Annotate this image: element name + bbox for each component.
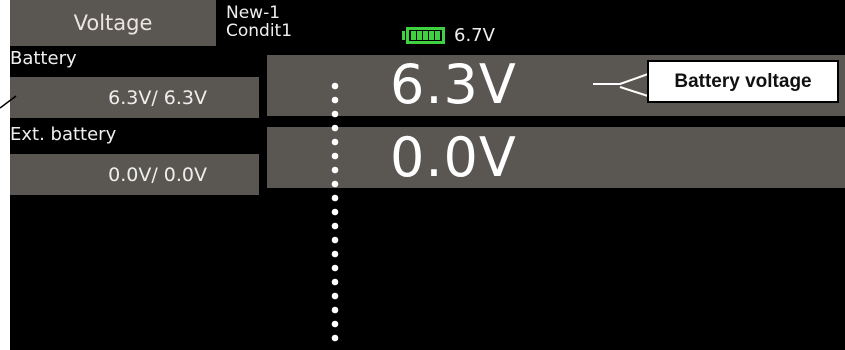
- divider-dot: [331, 236, 339, 244]
- divider-dot: [331, 334, 339, 342]
- ext-battery-value: 0.0V: [390, 126, 517, 189]
- divider-dot: [331, 306, 339, 314]
- ext-battery-value-box: [267, 127, 845, 188]
- ext-battery-range-text: 0.0V/ 0.0V: [108, 163, 207, 186]
- screen-title-button[interactable]: Voltage: [10, 0, 216, 46]
- condition-name: Condit1: [226, 21, 293, 41]
- divider-dot: [331, 278, 339, 286]
- battery-label: Battery: [10, 48, 77, 69]
- divider-dot: [331, 250, 339, 258]
- battery-voltage-callout: Battery voltage: [647, 60, 839, 103]
- divider-dot: [331, 292, 339, 300]
- battery-range-box: 6.3V/ 6.3V: [10, 77, 259, 118]
- battery-icon: [402, 27, 445, 44]
- divider-dot: [331, 194, 339, 202]
- ext-battery-range-box: 0.0V/ 0.0V: [10, 154, 259, 195]
- ext-battery-label: Ext. battery: [10, 124, 117, 145]
- model-name: New-1: [226, 3, 281, 23]
- stage: Voltage New-1 Condit1 6.7V Battery 6.3V/…: [0, 0, 845, 350]
- model-info: New-1 Condit1: [226, 4, 292, 40]
- battery-value: 6.3V: [390, 53, 517, 116]
- battery-range-text: 6.3V/ 6.3V: [108, 86, 207, 109]
- divider-dot: [331, 222, 339, 230]
- battery-voltage-status: 6.7V: [454, 25, 495, 46]
- divider-dot: [331, 208, 339, 216]
- screen-title-label: Voltage: [73, 11, 153, 35]
- transmitter-screen: Voltage New-1 Condit1 6.7V Battery 6.3V/…: [10, 0, 845, 350]
- battery-voltage-callout-text: Battery voltage: [674, 70, 812, 92]
- divider-dot: [331, 320, 339, 328]
- divider-dot: [331, 264, 339, 272]
